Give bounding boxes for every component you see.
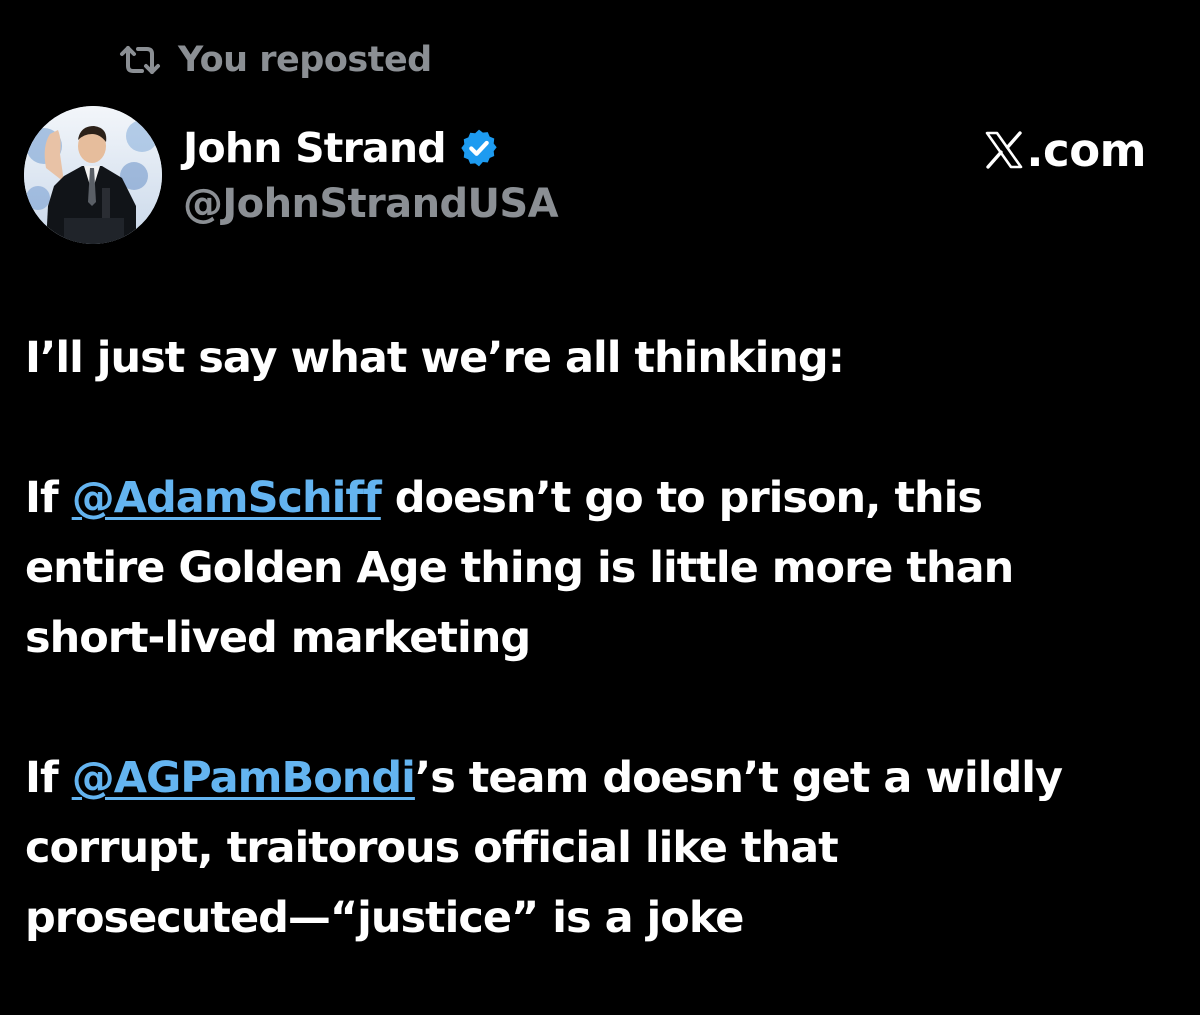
post-line: I’ll just say what we’re all thinking: [25, 333, 845, 383]
repost-icon [120, 46, 160, 74]
post-line: If @AGPamBondi’s team doesn’t get a wild… [25, 743, 1185, 813]
site-domain: .com [1026, 123, 1146, 177]
post-line: prosecuted—“justice” is a joke [25, 893, 744, 943]
author-handle[interactable]: @JohnStrandUSA [183, 176, 559, 232]
post-text: doesn’t go to prison, this [380, 473, 983, 523]
mention-link[interactable]: @AGPamBondi [72, 753, 416, 803]
author-name[interactable]: John Strand [183, 124, 447, 172]
post-line: entire Golden Age thing is little more t… [25, 543, 1014, 593]
x-logo-icon [986, 131, 1023, 169]
post-line: short-lived marketing [25, 613, 531, 663]
post-text: ’s team doesn’t get a wildly [414, 753, 1063, 803]
post-text: If [25, 753, 72, 803]
post-text: If [25, 473, 72, 523]
post-body: I’ll just say what we’re all thinking: I… [25, 323, 1185, 953]
post-line: If @AdamSchiff doesn’t go to prison, thi… [25, 463, 1185, 533]
repost-indicator: You reposted [118, 36, 432, 84]
mention-link[interactable]: @AdamSchiff [72, 473, 382, 523]
post-line: corrupt, traitorous official like that [25, 823, 839, 873]
site-brand: .com [984, 120, 1146, 180]
avatar[interactable] [24, 106, 162, 244]
author-name-row[interactable]: John Strand [183, 120, 500, 176]
repost-label: You reposted [178, 40, 432, 80]
avatar-photo [24, 106, 162, 244]
verified-badge-icon [461, 129, 497, 167]
